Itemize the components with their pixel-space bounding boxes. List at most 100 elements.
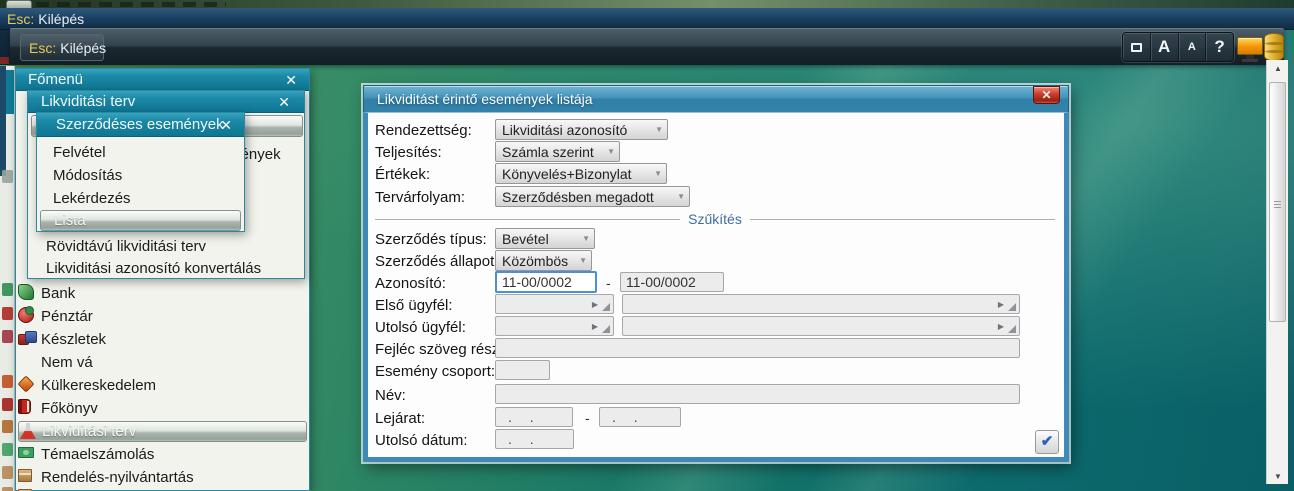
sidebar-item-fokonyv[interactable]: Főkönyv [41, 400, 98, 417]
partial-icon [2, 443, 13, 456]
field-label-utolso-ugyfel: Utolsó ügyfél: [375, 319, 466, 336]
lookup-arrow-icon: ▶ [591, 322, 598, 331]
field-label-szerzodes-allapot: Szerződés állapot: [375, 253, 499, 270]
ertekek-dropdown[interactable]: Könyvelés+Bizonylat ▼ [495, 163, 667, 184]
vertical-scrollbar[interactable]: ▲ ▼ [1266, 60, 1288, 484]
fejlec-input[interactable] [495, 338, 1020, 358]
tervarfolyam-value: Szerződésben megadott [502, 188, 654, 205]
szerzodes-allapot-dropdown[interactable]: Közömbös ▼ [495, 250, 592, 271]
nev-input[interactable] [495, 384, 1020, 404]
field-label-elso-ugyfel: Első ügyfél: [375, 297, 453, 314]
partial-icon [2, 375, 13, 388]
menu-item-konvertalas[interactable]: Likviditási azonosító konvertálás [46, 260, 261, 277]
liquidity-events-dialog: Likviditást érintő események listája ✕ R… [363, 85, 1069, 462]
esc-exit-button[interactable]: Esc: Kilépés [20, 34, 107, 61]
money-icon [18, 447, 34, 458]
chevron-down-icon: ▼ [579, 256, 587, 265]
sidebar-item-likviditasi-terv-selected[interactable]: Likviditási terv [18, 421, 307, 442]
partial-icon [2, 487, 13, 491]
monitor-base [1242, 59, 1258, 62]
ertekek-value: Könyvelés+Bizonylat [502, 165, 632, 182]
partial-icon [2, 307, 13, 320]
chevron-down-icon: ▼ [607, 147, 615, 156]
bank-icon [18, 284, 34, 300]
trade-icon [17, 375, 35, 393]
scrollbar-up-button[interactable]: ▲ [1267, 60, 1289, 76]
lookup-arrow-icon: ▶ [997, 322, 1004, 331]
rendezettseg-value: Likviditási azonosító [502, 121, 628, 138]
window-toolbar: A A ? [1122, 32, 1234, 62]
scrollbar-thumb[interactable] [1269, 82, 1286, 322]
field-label-utolso-datum: Utolsó dátum: [375, 432, 468, 449]
field-label-rendezettseg: Rendezettség: [375, 122, 472, 139]
confirm-button[interactable]: ✔ [1035, 430, 1059, 454]
menu-item-lista-selected[interactable]: Lista [40, 210, 241, 231]
liquidity-menu-title: Likviditási terv [41, 93, 136, 110]
lejarat-from-input[interactable] [495, 407, 573, 427]
utolso-datum-input[interactable] [495, 429, 574, 449]
rendezettseg-dropdown[interactable]: Likviditási azonosító ▼ [495, 119, 668, 140]
font-increase-button[interactable]: A [1151, 33, 1179, 61]
events-menu-header: Szerződéses események ✕ [37, 113, 244, 137]
azonosito-to-input[interactable] [620, 272, 724, 292]
divider-line [375, 218, 681, 220]
ledger-icon [18, 399, 31, 414]
sidebar-item-rendeles[interactable]: Rendelés-nyilvántartás [41, 469, 194, 486]
background-icon-fragment [0, 57, 9, 64]
partial-icon [2, 170, 13, 183]
chevron-down-icon: ▼ [654, 169, 662, 178]
scrollbar-down-button[interactable]: ▼ [1267, 468, 1289, 484]
utolso-ugyfel-name-lookup[interactable]: ▶ [622, 316, 1020, 336]
dialog-title: Likviditást érintő események listája [377, 91, 593, 107]
elso-ugyfel-name-lookup[interactable]: ▶ [622, 294, 1020, 314]
elso-ugyfel-code-lookup[interactable]: ▶ [495, 294, 614, 314]
close-icon[interactable]: ✕ [278, 95, 290, 109]
sidebar-item-kulkereskedelem[interactable]: Külkereskedelem [41, 377, 156, 394]
esemeny-csoport-input[interactable] [495, 360, 550, 380]
sidebar-item-penztar[interactable]: Pénztár [41, 308, 93, 325]
divider-line [749, 218, 1056, 220]
partial-icon [2, 466, 13, 479]
partial-icon [2, 283, 13, 296]
field-label-ertekek: Értékek: [375, 166, 431, 183]
close-icon[interactable]: ✕ [285, 73, 297, 87]
sidebar-item-nem-va[interactable]: Nem vá [41, 354, 93, 371]
menu-item-felvetel[interactable]: Felvétel [53, 144, 106, 161]
dialog-titlebar: Likviditást érintő események listája [363, 85, 1069, 112]
cash-icon [18, 306, 34, 323]
utolso-ugyfel-code-lookup[interactable]: ▶ [495, 316, 614, 336]
monitor-screen [1237, 37, 1263, 55]
lejarat-to-input[interactable] [599, 407, 681, 427]
main-menu-header: Főmenü ✕ [16, 69, 309, 91]
sidebar-item-keszletek[interactable]: Készletek [41, 331, 106, 348]
tervarfolyam-dropdown[interactable]: Szerződésben megadott ▼ [495, 186, 690, 207]
lookup-corner-icon [602, 325, 610, 333]
sidebar-item-temaelszamolas[interactable]: Témaelszámolás [41, 446, 154, 463]
dialog-close-button[interactable]: ✕ [1033, 86, 1060, 104]
esc-action-label: Kilépés [60, 39, 107, 56]
background-window-title-fragment [36, 2, 226, 7]
close-icon[interactable]: ✕ [220, 118, 232, 132]
scrollbar-grip [1274, 201, 1281, 209]
help-button[interactable]: ? [1206, 33, 1233, 61]
szerzodes-tipus-dropdown[interactable]: Bevétel ▼ [495, 228, 595, 249]
menu-item-lekerdezes[interactable]: Lekérdezés [53, 190, 131, 207]
sidebar-item-bank[interactable]: Bank [41, 285, 75, 302]
teljesites-dropdown[interactable]: Számla szerint ▼ [495, 141, 620, 162]
menu-item-rovidtavu[interactable]: Rövidtávú likviditási terv [46, 238, 206, 255]
azonosito-from-input[interactable] [495, 271, 597, 293]
range-dash: - [606, 275, 611, 291]
escape-bar-front: Esc: Kilépés A A ? [10, 28, 1284, 65]
lookup-arrow-icon: ▶ [997, 300, 1004, 309]
teljesites-value: Számla szerint [502, 143, 594, 160]
database-icon[interactable] [1264, 33, 1284, 61]
restore-window-button[interactable] [1123, 33, 1151, 61]
font-decrease-button[interactable]: A [1179, 33, 1207, 61]
field-label-tervarfolyam: Tervárfolyam: [375, 189, 466, 206]
partial-icon [2, 330, 13, 343]
monitor-icon[interactable] [1237, 37, 1263, 62]
inventory-icon [18, 331, 37, 345]
liquidity-menu-header: Likviditási terv ✕ [28, 91, 304, 113]
chevron-down-icon: ▼ [655, 125, 663, 134]
menu-item-modositas[interactable]: Módosítás [53, 167, 122, 184]
